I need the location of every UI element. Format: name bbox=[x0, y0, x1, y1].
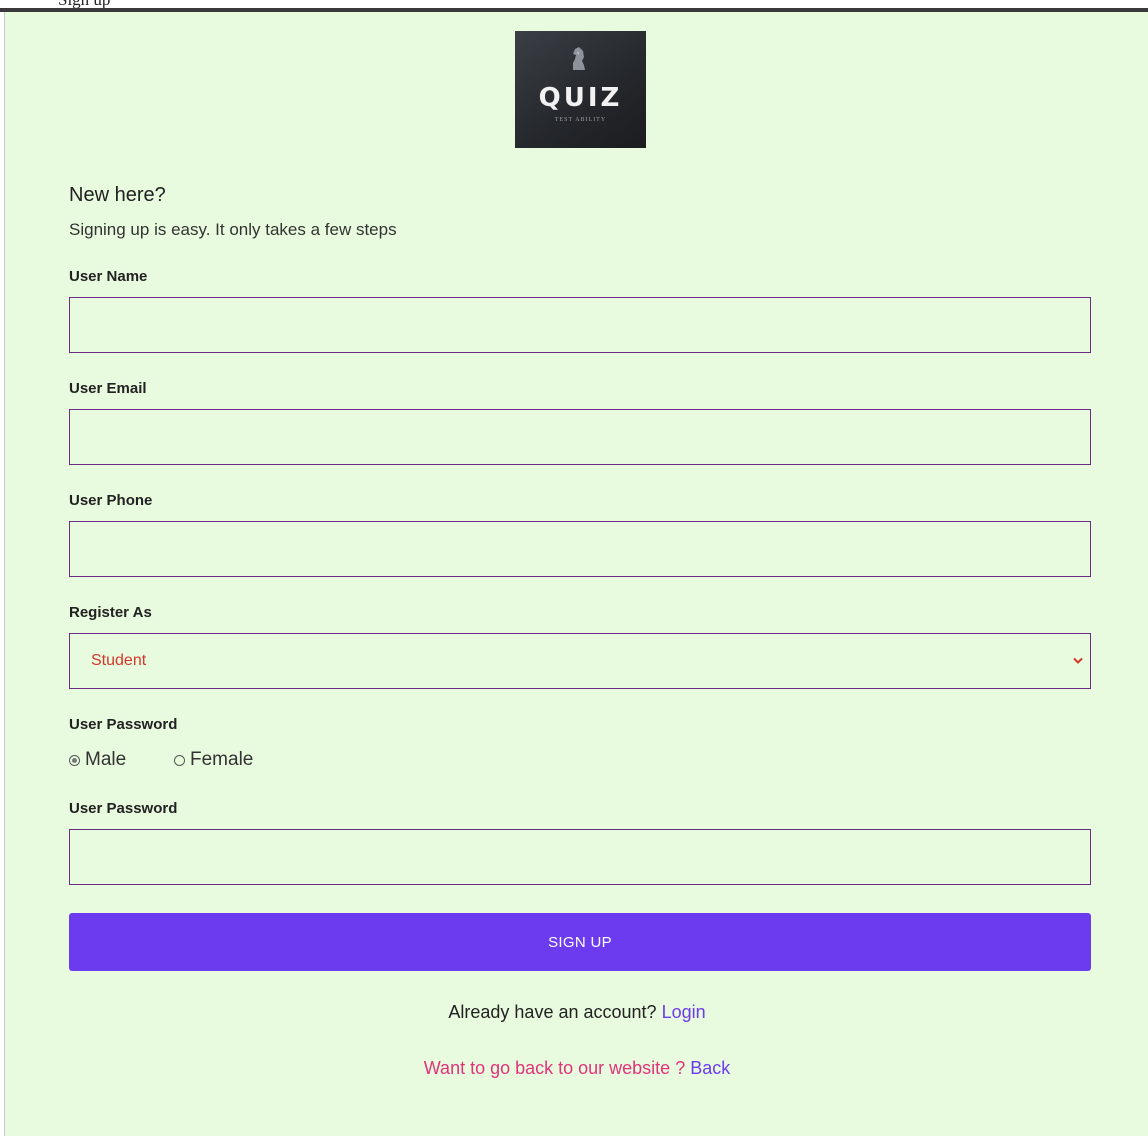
login-link[interactable]: Login bbox=[662, 1002, 706, 1022]
user-name-label: User Name bbox=[69, 268, 148, 285]
user-email-label: User Email bbox=[69, 380, 147, 397]
knight-icon bbox=[573, 47, 585, 70]
gender-option-label: Female bbox=[190, 749, 254, 770]
signup-panel: QUIZ TEST ABILITY New here? Signing up i… bbox=[4, 12, 1148, 1136]
register-as-value: Student bbox=[91, 652, 147, 669]
gender-option-male[interactable]: Male bbox=[69, 748, 126, 772]
radio-button-female[interactable] bbox=[174, 754, 185, 766]
user-phone-label: User Phone bbox=[69, 492, 153, 509]
chevron-down-icon bbox=[1073, 657, 1083, 664]
login-prompt-text: Already have an account? bbox=[448, 1002, 657, 1022]
logo-title: QUIZ bbox=[538, 83, 623, 113]
page-heading: New here? bbox=[69, 184, 166, 206]
top-strip: Sign up bbox=[0, 0, 1148, 12]
gender-option-female[interactable]: Female bbox=[174, 748, 253, 772]
gender-option-label: Male bbox=[85, 749, 127, 770]
register-as-select[interactable]: Student bbox=[69, 633, 1091, 689]
user-password-input[interactable] bbox=[69, 829, 1091, 885]
back-link[interactable]: Back bbox=[690, 1058, 730, 1078]
sign-up-button[interactable]: SIGN UP bbox=[69, 913, 1091, 971]
gender-label: User Password bbox=[69, 716, 178, 733]
back-prompt-text: Want to go back to our website ? bbox=[423, 1058, 686, 1078]
user-email-input[interactable] bbox=[69, 409, 1091, 465]
user-name-input[interactable] bbox=[69, 297, 1091, 353]
user-password-label: User Password bbox=[69, 800, 178, 817]
logo-subtitle: TEST ABILITY bbox=[554, 117, 607, 123]
radio-button-male[interactable] bbox=[69, 754, 80, 766]
quiz-logo: QUIZ TEST ABILITY bbox=[515, 31, 646, 148]
register-as-label: Register As bbox=[69, 604, 152, 621]
login-prompt: Already have an account? Login bbox=[5, 1002, 1148, 1023]
page-subtext: Signing up is easy. It only takes a few … bbox=[69, 220, 397, 239]
back-prompt: Want to go back to our website ? Back bbox=[5, 1058, 1148, 1079]
user-phone-input[interactable] bbox=[69, 521, 1091, 577]
